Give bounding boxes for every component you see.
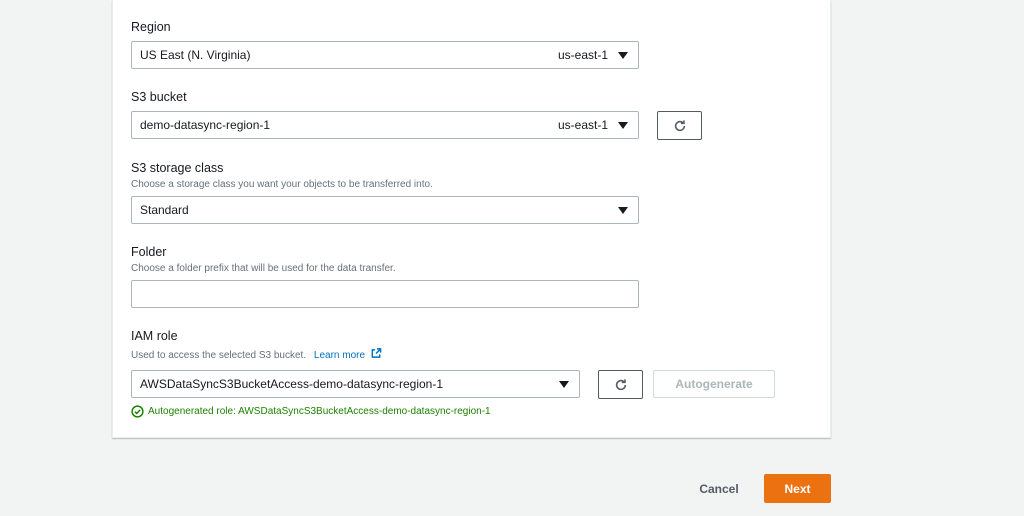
- iam-role-description: Used to access the selected S3 bucket.: [131, 350, 307, 361]
- iam-role-select[interactable]: AWSDataSyncS3BucketAccess-demo-datasync-…: [131, 370, 580, 398]
- external-link-icon: [371, 348, 382, 358]
- s3-bucket-selected-value: demo-datasync-region-1: [140, 118, 271, 132]
- s3-bucket-field: S3 bucket: [131, 89, 187, 105]
- cancel-label: Cancel: [699, 481, 739, 496]
- cancel-button[interactable]: Cancel: [686, 475, 752, 502]
- storage-class-field: S3 storage class Choose a storage class …: [131, 160, 433, 191]
- caret-down-icon: [618, 51, 628, 59]
- region-field: Region: [131, 19, 171, 35]
- iam-role-field: IAM role Used to access the selected S3 …: [131, 328, 382, 362]
- refresh-icon: [674, 119, 685, 131]
- caret-down-icon: [618, 206, 628, 214]
- iam-role-refresh-button[interactable]: [598, 370, 643, 399]
- autogenerated-role-message: Autogenerated role: AWSDataSyncS3BucketA…: [148, 406, 491, 417]
- s3-bucket-label: S3 bucket: [131, 90, 187, 104]
- next-label: Next: [784, 481, 811, 496]
- s3-bucket-refresh-button[interactable]: [657, 111, 702, 140]
- autogenerate-button[interactable]: Autogenerate: [653, 370, 775, 398]
- learn-more-link[interactable]: Learn more: [313, 348, 382, 361]
- success-check-icon: [131, 405, 144, 418]
- destination-settings-panel: Region US East (N. Virginia) us-east-1 S…: [112, 0, 831, 438]
- folder-description: Choose a folder prefix that will be used…: [131, 263, 396, 274]
- iam-role-selected-value: AWSDataSyncS3BucketAccess-demo-datasync-…: [140, 377, 444, 391]
- iam-role-description-row: Used to access the selected S3 bucket. L…: [131, 348, 382, 362]
- storage-class-label: S3 storage class: [131, 161, 224, 175]
- s3-bucket-region-code: us-east-1: [557, 118, 608, 132]
- next-button[interactable]: Next: [764, 474, 831, 503]
- caret-down-icon: [618, 121, 628, 129]
- folder-label: Folder: [131, 245, 167, 259]
- autogenerate-label: Autogenerate: [675, 377, 753, 391]
- caret-down-icon: [559, 380, 569, 388]
- folder-field: Folder Choose a folder prefix that will …: [131, 244, 396, 275]
- region-select[interactable]: US East (N. Virginia) us-east-1: [131, 41, 639, 69]
- folder-input[interactable]: [131, 280, 639, 308]
- storage-class-select[interactable]: Standard: [131, 196, 639, 224]
- region-selected-value: US East (N. Virginia): [140, 48, 251, 62]
- refresh-icon: [615, 378, 626, 390]
- iam-role-label: IAM role: [131, 329, 178, 343]
- storage-class-description: Choose a storage class you want your obj…: [131, 179, 433, 190]
- storage-class-selected-value: Standard: [140, 203, 189, 217]
- autogenerated-role-status: Autogenerated role: AWSDataSyncS3BucketA…: [131, 405, 491, 418]
- s3-bucket-select[interactable]: demo-datasync-region-1 us-east-1: [131, 111, 639, 139]
- region-label: Region: [131, 20, 171, 34]
- region-code: us-east-1: [557, 48, 608, 62]
- learn-more-label: Learn more: [313, 350, 366, 361]
